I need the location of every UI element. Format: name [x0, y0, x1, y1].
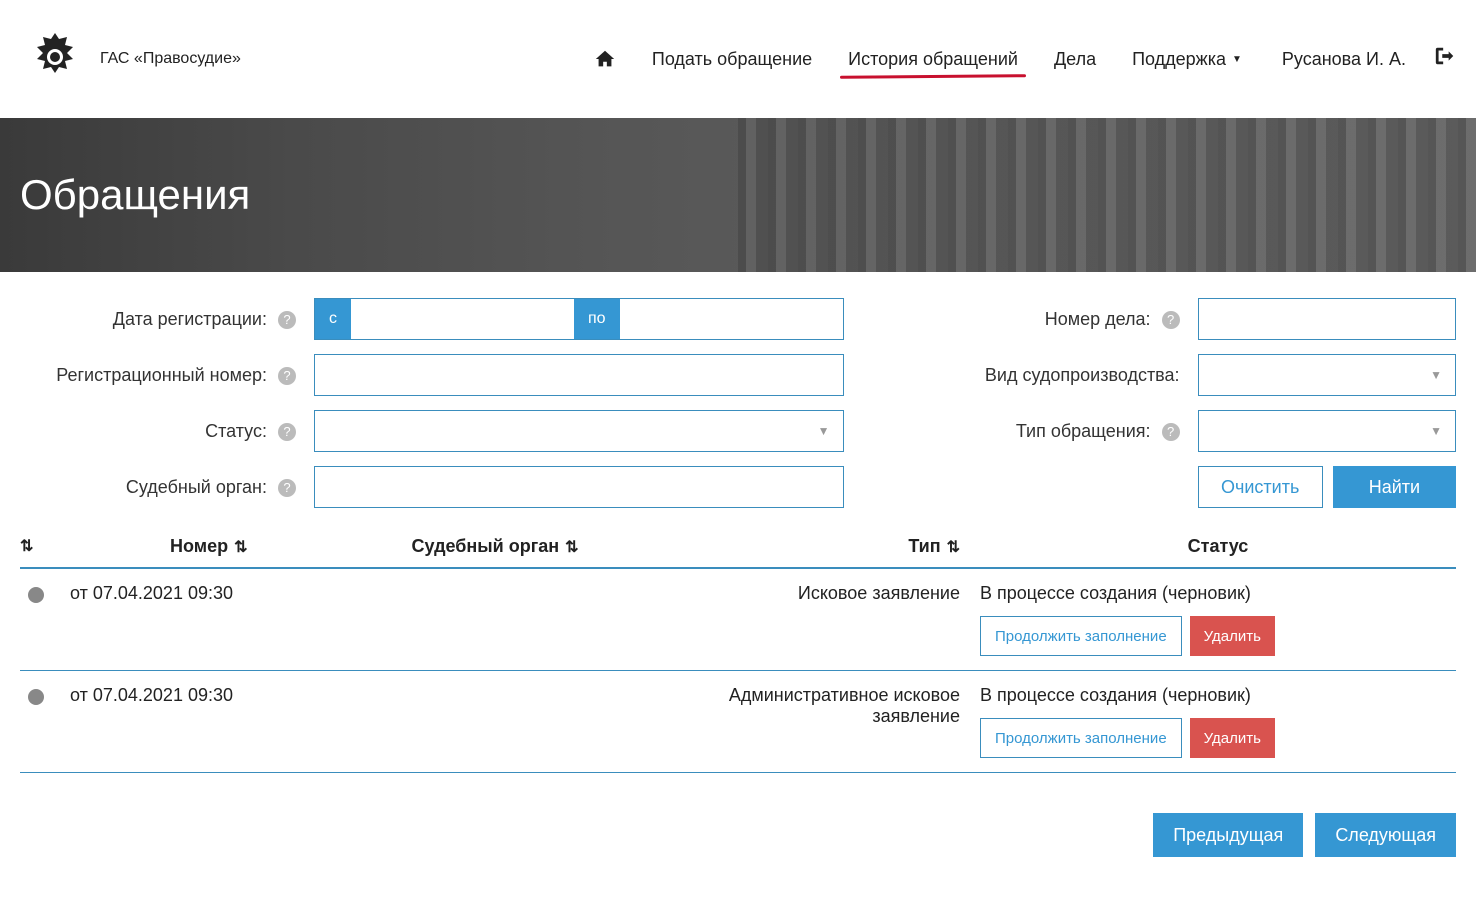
pagination: Предыдущая Следующая: [0, 773, 1476, 897]
sort-icon: ⇅: [234, 537, 247, 557]
date-to-input[interactable]: [620, 299, 843, 339]
date-from-label: с: [315, 299, 351, 339]
td-status-text: В процессе создания (черновик): [980, 583, 1456, 604]
filter-appeal-type: Тип обращения: ? ▼: [904, 410, 1456, 452]
appeal-type-select[interactable]: [1198, 410, 1456, 452]
continue-button[interactable]: Продолжить заполнение: [980, 718, 1182, 758]
help-icon[interactable]: ?: [278, 423, 296, 441]
table-header-row: ⇅ Номер ⇅ Судебный орган ⇅ Тип ⇅ Статус: [20, 526, 1456, 569]
filter-status: Статус: ? ▼: [20, 410, 844, 452]
header: ГАС «Правосудие» Подать обращение Истори…: [0, 0, 1476, 118]
th-number[interactable]: Номер ⇅: [70, 536, 330, 557]
user-name[interactable]: Русанова И. А.: [1282, 49, 1406, 70]
filter-proc-type: Вид судопроизводства: ▼: [904, 354, 1456, 396]
filters-panel: Дата регистрации: ? с по Номер дела: ?: [0, 272, 1476, 508]
sort-icon: ⇅: [947, 537, 960, 557]
home-icon[interactable]: [594, 48, 616, 70]
filter-court: Судебный орган: ?: [20, 466, 844, 508]
td-status-text: В процессе создания (черновик): [980, 685, 1456, 706]
th-indicator[interactable]: ⇅: [20, 536, 70, 556]
td-date: от 07.04.2021 09:30: [70, 583, 330, 604]
nav-history[interactable]: История обращений: [848, 49, 1018, 70]
case-number-input[interactable]: [1198, 298, 1456, 340]
sort-icon: ⇅: [20, 536, 33, 556]
help-icon[interactable]: ?: [1162, 423, 1180, 441]
filter-case-number-label: Номер дела: ?: [904, 309, 1184, 330]
status-dot-icon: [28, 587, 44, 603]
td-date: от 07.04.2021 09:30: [70, 685, 330, 706]
results-table: ⇅ Номер ⇅ Судебный орган ⇅ Тип ⇅ Статус …: [0, 508, 1476, 773]
filter-status-label: Статус: ?: [20, 421, 300, 442]
nav-submit[interactable]: Подать обращение: [652, 49, 812, 70]
prev-page-button[interactable]: Предыдущая: [1153, 813, 1303, 857]
status-dot-icon: [28, 689, 44, 705]
sort-icon: ⇅: [565, 537, 578, 557]
filter-actions: Очистить Найти: [904, 466, 1456, 508]
nav-support[interactable]: Поддержка ▼: [1132, 49, 1242, 70]
row-actions: Продолжить заполнение Удалить: [980, 718, 1456, 758]
delete-button[interactable]: Удалить: [1190, 616, 1275, 656]
date-to-label: по: [574, 299, 620, 339]
caret-down-icon: ▼: [1232, 54, 1242, 65]
filter-reg-date-label: Дата регистрации: ?: [20, 309, 300, 330]
th-status: Статус: [980, 536, 1456, 557]
court-input[interactable]: [314, 466, 844, 508]
table-row: от 07.04.2021 09:30 Исковое заявление В …: [20, 569, 1456, 671]
date-from-input[interactable]: [351, 299, 574, 339]
next-page-button[interactable]: Следующая: [1315, 813, 1456, 857]
help-icon[interactable]: ?: [1162, 311, 1180, 329]
page-title: Обращения: [20, 171, 250, 219]
filter-reg-number-label: Регистрационный номер: ?: [20, 365, 300, 386]
th-court[interactable]: Судебный орган ⇅: [330, 536, 660, 557]
find-button[interactable]: Найти: [1333, 466, 1456, 508]
filter-court-label: Судебный орган: ?: [20, 477, 300, 498]
proc-type-select[interactable]: [1198, 354, 1456, 396]
logo-block: ГАС «Правосудие»: [20, 24, 241, 94]
clear-button[interactable]: Очистить: [1198, 466, 1323, 508]
user-block: Русанова И. А.: [1282, 45, 1456, 73]
logout-icon[interactable]: [1434, 45, 1456, 73]
status-select[interactable]: [314, 410, 844, 452]
continue-button[interactable]: Продолжить заполнение: [980, 616, 1182, 656]
nav-cases[interactable]: Дела: [1054, 49, 1096, 70]
filter-proc-type-label: Вид судопроизводства:: [904, 365, 1184, 386]
td-type: Исковое заявление: [660, 583, 980, 604]
filter-reg-number: Регистрационный номер: ?: [20, 354, 844, 396]
td-type: Административное исковое заявление: [660, 685, 980, 727]
reg-number-input[interactable]: [314, 354, 844, 396]
filter-appeal-type-label: Тип обращения: ?: [904, 421, 1184, 442]
filter-case-number: Номер дела: ?: [904, 298, 1456, 340]
help-icon[interactable]: ?: [278, 479, 296, 497]
main-nav: Подать обращение История обращений Дела …: [594, 48, 1242, 70]
th-type[interactable]: Тип ⇅: [660, 536, 980, 557]
nav-support-label: Поддержка: [1132, 49, 1226, 70]
help-icon[interactable]: ?: [278, 311, 296, 329]
help-icon[interactable]: ?: [278, 367, 296, 385]
delete-button[interactable]: Удалить: [1190, 718, 1275, 758]
row-actions: Продолжить заполнение Удалить: [980, 616, 1456, 656]
filter-reg-date: Дата регистрации: ? с по: [20, 298, 844, 340]
table-row: от 07.04.2021 09:30 Административное иск…: [20, 671, 1456, 773]
eagle-logo-icon: [20, 24, 90, 94]
site-title: ГАС «Правосудие»: [100, 50, 241, 68]
date-range-control: с по: [314, 298, 844, 340]
page-banner: Обращения: [0, 118, 1476, 272]
